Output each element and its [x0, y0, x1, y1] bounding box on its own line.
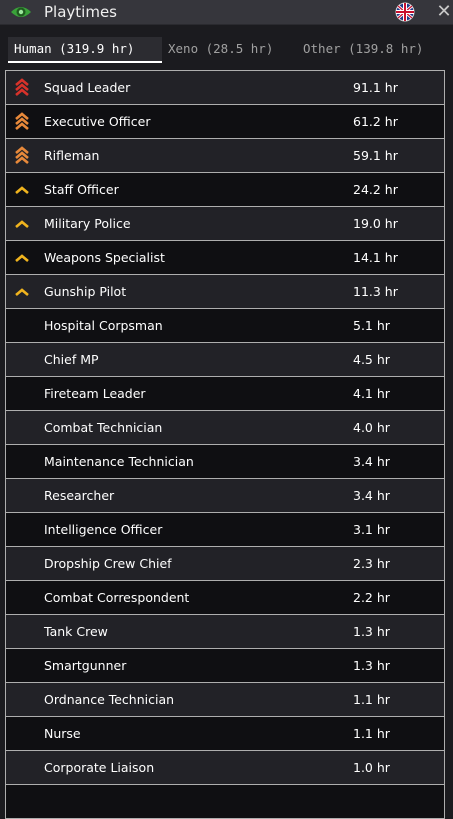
role-name: Military Police: [44, 216, 131, 231]
table-row: Hospital Corpsman 5.1 hr: [5, 309, 445, 343]
role-playtime: 11.3 hr: [353, 284, 398, 299]
role-playtime: 1.1 hr: [353, 726, 390, 741]
uk-flag-icon[interactable]: [395, 2, 415, 22]
role-playtime: 4.1 hr: [353, 386, 390, 401]
role-playtime: 14.1 hr: [353, 250, 398, 265]
role-name: Nurse: [44, 726, 81, 741]
title-bar: Playtimes ✕: [0, 0, 453, 25]
eye-icon: [11, 7, 31, 17]
role-name: Ordnance Technician: [44, 692, 175, 707]
table-row: Squad Leader 91.1 hr: [5, 71, 445, 105]
table-row: Dropship Crew Chief 2.3 hr: [5, 547, 445, 581]
table-row: Tank Crew 1.3 hr: [5, 615, 445, 649]
tab-other[interactable]: Other (139.8 hr): [303, 37, 423, 63]
role-name: Rifleman: [44, 148, 100, 163]
rank-chevron-icon: [15, 78, 29, 96]
role-name: Combat Correspondent: [44, 590, 190, 605]
table-row: Executive Officer 61.2 hr: [5, 105, 445, 139]
role-playtime: 61.2 hr: [353, 114, 398, 129]
table-row: Rifleman 59.1 hr: [5, 139, 445, 173]
role-playtime: 2.3 hr: [353, 556, 390, 571]
table-row: [5, 785, 445, 819]
table-row: Ordnance Technician 1.1 hr: [5, 683, 445, 717]
table-row: Chief MP 4.5 hr: [5, 343, 445, 377]
role-name: Hospital Corpsman: [44, 318, 163, 333]
role-playtime: 3.4 hr: [353, 454, 390, 469]
playtime-table: Squad Leader 91.1 hr Executive Officer 61.2…: [5, 70, 445, 819]
table-row: Corporate Liaison 1.0 hr: [5, 751, 445, 785]
table-row: Nurse 1.1 hr: [5, 717, 445, 751]
rank-chevron-icon: [15, 288, 29, 296]
table-row: Fireteam Leader 4.1 hr: [5, 377, 445, 411]
rank-chevron-icon: [15, 220, 29, 228]
rank-chevron-icon: [15, 146, 29, 164]
table-row: Weapons Specialist 14.1 hr: [5, 241, 445, 275]
role-name: Executive Officer: [44, 114, 151, 129]
role-playtime: 5.1 hr: [353, 318, 390, 333]
role-playtime: 19.0 hr: [353, 216, 398, 231]
rank-chevron-icon: [15, 112, 29, 130]
role-name: Gunship Pilot: [44, 284, 127, 299]
role-playtime: 24.2 hr: [353, 182, 398, 197]
role-playtime: 1.1 hr: [353, 692, 390, 707]
table-row: Military Police 19.0 hr: [5, 207, 445, 241]
role-name: Weapons Specialist: [44, 250, 165, 265]
table-row: Combat Technician 4.0 hr: [5, 411, 445, 445]
table-row: Maintenance Technician 3.4 hr: [5, 445, 445, 479]
rank-chevron-icon: [15, 254, 29, 262]
tab-xeno[interactable]: Xeno (28.5 hr): [168, 37, 273, 63]
role-playtime: 59.1 hr: [353, 148, 398, 163]
role-playtime: 1.3 hr: [353, 658, 390, 673]
role-name: Staff Officer: [44, 182, 119, 197]
role-playtime: 3.4 hr: [353, 488, 390, 503]
role-playtime: 1.3 hr: [353, 624, 390, 639]
role-name: Smartgunner: [44, 658, 127, 673]
role-name: Corporate Liaison: [44, 760, 155, 775]
role-name: Intelligence Officer: [44, 522, 163, 537]
role-name: Tank Crew: [44, 624, 108, 639]
role-playtime: 3.1 hr: [353, 522, 390, 537]
tab-bar: Human (319.9 hr) Xeno (28.5 hr) Other (1…: [0, 25, 453, 67]
table-row: Smartgunner 1.3 hr: [5, 649, 445, 683]
role-playtime: 4.0 hr: [353, 420, 390, 435]
role-playtime: 91.1 hr: [353, 80, 398, 95]
table-row: Staff Officer 24.2 hr: [5, 173, 445, 207]
role-playtime: 2.2 hr: [353, 590, 390, 605]
role-name: Maintenance Technician: [44, 454, 194, 469]
role-name: Combat Technician: [44, 420, 163, 435]
role-playtime: 4.5 hr: [353, 352, 390, 367]
table-row: Researcher 3.4 hr: [5, 479, 445, 513]
window-title: Playtimes: [44, 3, 117, 21]
role-name: Researcher: [44, 488, 115, 503]
table-row: Intelligence Officer 3.1 hr: [5, 513, 445, 547]
role-name: Squad Leader: [44, 80, 131, 95]
rank-chevron-icon: [15, 186, 29, 194]
tab-human[interactable]: Human (319.9 hr): [8, 37, 162, 63]
table-row: Combat Correspondent 2.2 hr: [5, 581, 445, 615]
close-button[interactable]: ✕: [436, 2, 452, 22]
role-name: Dropship Crew Chief: [44, 556, 172, 571]
role-name: Fireteam Leader: [44, 386, 146, 401]
table-row: Gunship Pilot 11.3 hr: [5, 275, 445, 309]
role-name: Chief MP: [44, 352, 99, 367]
role-playtime: 1.0 hr: [353, 760, 390, 775]
